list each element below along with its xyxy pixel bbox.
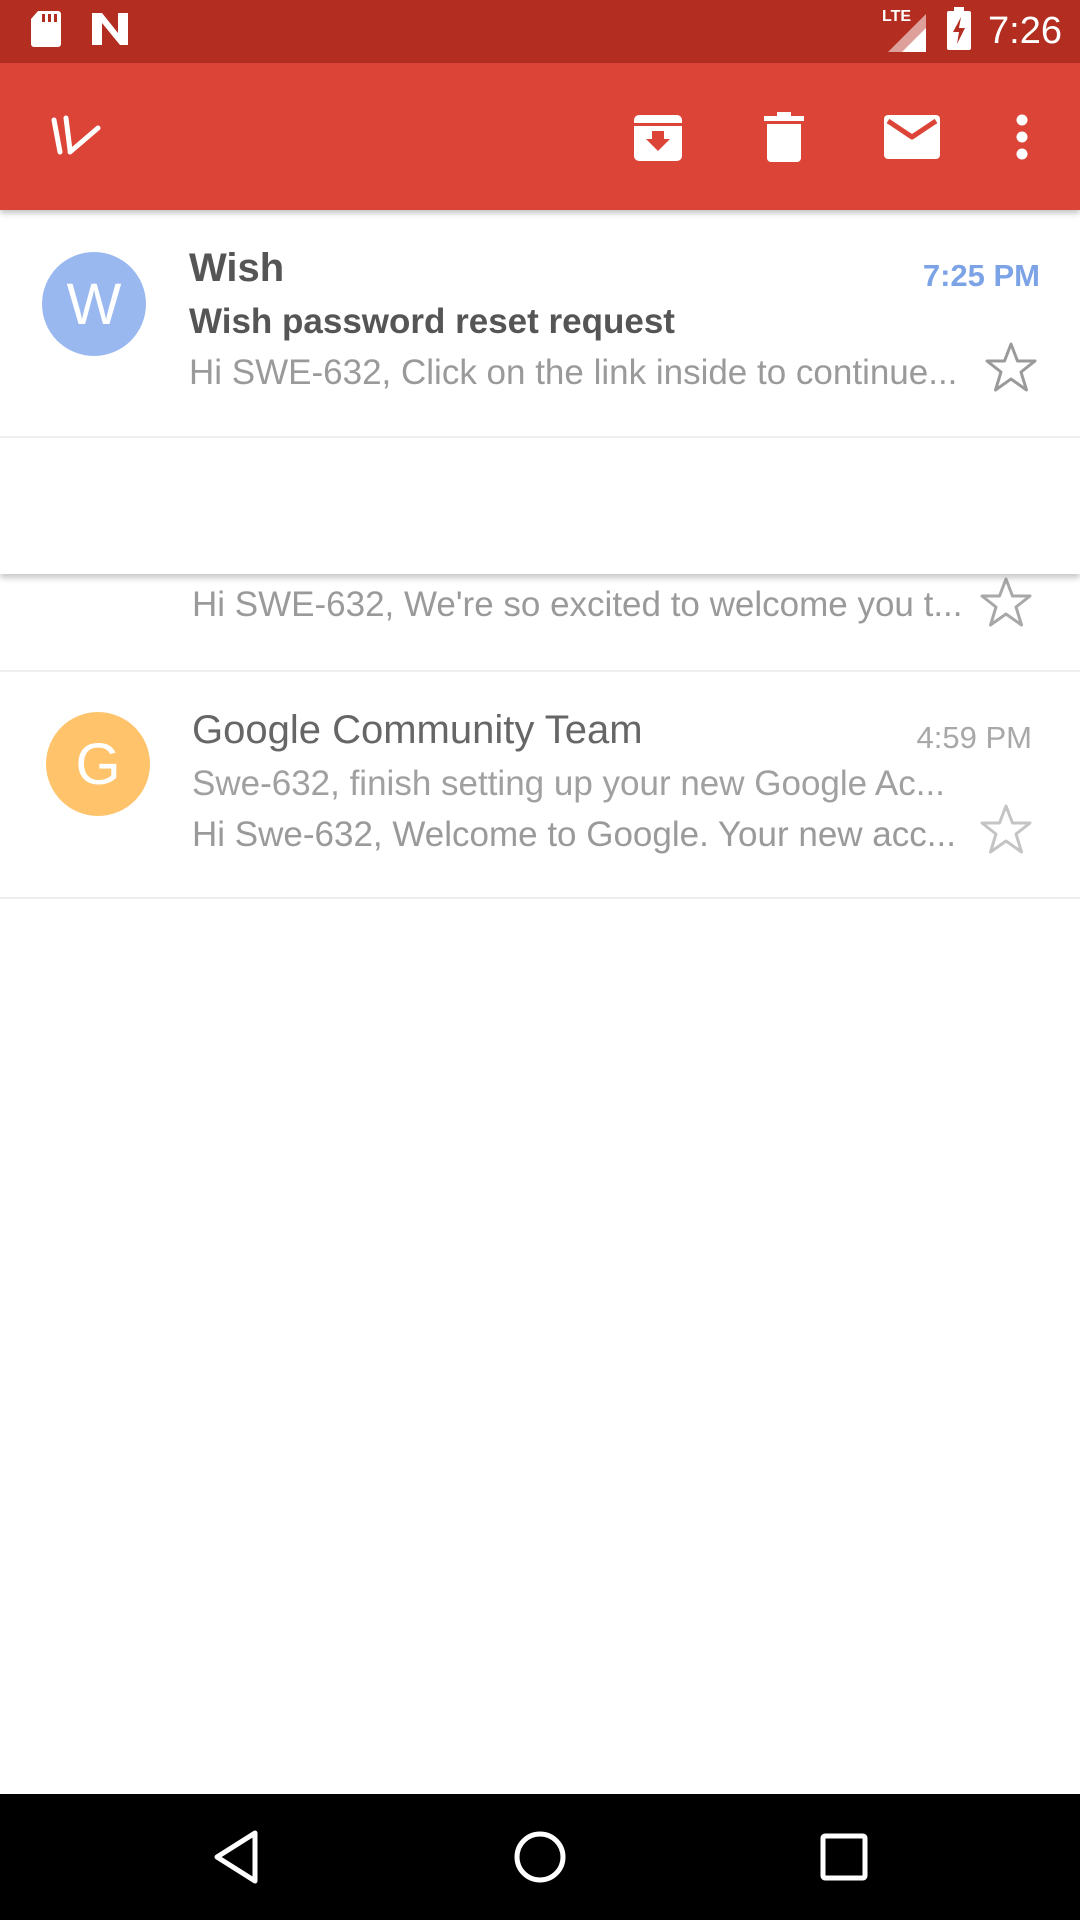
delete-button[interactable] (748, 63, 820, 210)
recents-icon (820, 1833, 868, 1881)
email-snippet: Hi Swe-632, Welcome to Google. Your new … (192, 815, 956, 854)
overflow-menu-icon (1016, 114, 1028, 159)
signal-icon: LTE (880, 6, 930, 56)
sd-card-icon (30, 9, 62, 54)
battery-charging-icon (946, 6, 972, 56)
delete-icon (764, 111, 804, 162)
archive-icon (634, 114, 682, 161)
avatar: G (46, 712, 150, 816)
done-check-icon (51, 115, 101, 154)
email-snippet: Hi SWE-632, Click on the link inside to … (189, 353, 958, 392)
avatar: W (42, 252, 146, 356)
archive-button[interactable] (620, 63, 696, 210)
recents-button[interactable] (784, 1794, 904, 1920)
mark-unread-button[interactable] (874, 63, 950, 210)
email-time: 4:59 PM (916, 720, 1032, 755)
email-sender: Google Community Team (192, 708, 643, 752)
overflow-menu-button[interactable] (994, 63, 1050, 210)
email-row-selected[interactable]: W Wish 7:25 PM Wish password reset reque… (0, 210, 1080, 574)
row-divider (0, 897, 1080, 899)
email-sender: Wish (189, 246, 285, 290)
system-navigation-bar (0, 1794, 1080, 1920)
email-time: 7:25 PM (922, 258, 1040, 293)
n-logo-icon (90, 11, 130, 52)
network-type-label: LTE (882, 8, 912, 25)
star-icon[interactable] (983, 340, 1039, 396)
email-subject: Swe-632, finish setting up your new Goog… (192, 764, 945, 803)
home-icon (514, 1831, 566, 1883)
row-divider (0, 436, 1080, 438)
done-button[interactable] (36, 63, 116, 210)
status-clock: 7:26 (988, 9, 1062, 52)
back-icon (214, 1830, 258, 1884)
status-left-icons (30, 9, 130, 54)
status-right-icons: LTE 7:26 (880, 6, 1062, 56)
gmail-screen: LTE 7:26 Hi SWE-632, We're so excited to… (0, 0, 1080, 1920)
mark-unread-icon (884, 114, 940, 159)
email-snippet: Hi SWE-632, We're so excited to welcome … (192, 585, 963, 624)
status-bar: LTE 7:26 (0, 0, 1080, 63)
email-row[interactable]: G Google Community Team 4:59 PM Swe-632,… (0, 672, 1080, 899)
star-icon[interactable] (978, 802, 1034, 858)
selection-action-bar (0, 63, 1080, 210)
home-button[interactable] (480, 1794, 600, 1920)
email-subject: Wish password reset request (189, 302, 675, 341)
back-button[interactable] (176, 1794, 296, 1920)
star-icon[interactable] (978, 575, 1034, 631)
